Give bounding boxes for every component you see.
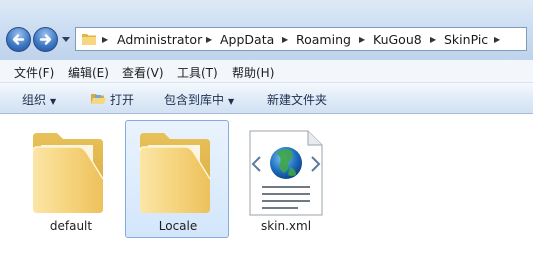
breadcrumb-kugou8[interactable]: KuGou8 [373, 32, 422, 47]
file-name: default [49, 219, 93, 233]
include-label: 包含到库中 [164, 93, 225, 107]
menu-view[interactable]: 查看(V) [122, 64, 164, 81]
file-list-pane: default Locale skin.xml [0, 114, 533, 268]
chevron-down-icon: ▼ [50, 97, 57, 106]
breadcrumb-separator[interactable]: ▶ [430, 35, 436, 44]
chevron-down-icon[interactable] [61, 36, 71, 44]
breadcrumb-appdata[interactable]: AppData [220, 32, 274, 47]
forward-arrow-icon [39, 34, 52, 45]
open-folder-icon [91, 94, 106, 104]
file-item-default[interactable]: default [18, 120, 122, 238]
organize-label: 组织 [22, 93, 47, 107]
breadcrumb-separator[interactable]: ▶ [359, 35, 365, 44]
breadcrumb-separator[interactable]: ▶ [494, 35, 500, 44]
menu-file[interactable]: 文件(F) [14, 64, 54, 81]
file-item-locale[interactable]: Locale [125, 120, 229, 238]
back-button[interactable] [6, 27, 31, 52]
menu-tools[interactable]: 工具(T) [177, 64, 218, 81]
chevron-down-icon: ▼ [228, 97, 235, 106]
menu-bar: 文件(F) 编辑(E) 查看(V) 工具(T) 帮助(H) [0, 60, 533, 83]
address-box[interactable]: ▶ Administrator ▶ AppData ▶ Roaming ▶ Ku… [75, 27, 527, 51]
breadcrumb-separator[interactable]: ▶ [102, 35, 108, 44]
new-folder-button[interactable]: 新建文件夹 [267, 91, 327, 108]
open-button[interactable]: 打开 [90, 91, 134, 108]
new-folder-label: 新建文件夹 [267, 93, 328, 107]
breadcrumb-separator[interactable]: ▶ [206, 35, 212, 44]
file-name: Locale [158, 219, 198, 233]
breadcrumb-roaming[interactable]: Roaming [296, 32, 351, 47]
breadcrumb-separator[interactable]: ▶ [282, 35, 288, 44]
folder-icon [82, 34, 96, 45]
folder-icon [139, 133, 211, 213]
file-item-skin-xml[interactable]: skin.xml [233, 120, 337, 238]
command-toolbar: 组织 ▼ 打开 包含到库中 ▼ 新建文件夹 [0, 83, 533, 114]
back-arrow-icon [12, 34, 25, 45]
file-name: skin.xml [260, 219, 312, 233]
breadcrumb-administrator[interactable]: Administrator [117, 32, 202, 47]
address-bar-region: ▶ Administrator ▶ AppData ▶ Roaming ▶ Ku… [0, 0, 533, 60]
breadcrumb-skinpic[interactable]: SkinPic [444, 32, 488, 47]
forward-button[interactable] [33, 27, 58, 52]
organize-button[interactable]: 组织 ▼ [22, 91, 56, 108]
menu-help[interactable]: 帮助(H) [232, 64, 274, 81]
folder-icon [32, 133, 104, 213]
open-label: 打开 [110, 93, 135, 107]
include-in-library-button[interactable]: 包含到库中 ▼ [164, 91, 234, 108]
menu-edit[interactable]: 编辑(E) [68, 64, 109, 81]
xml-file-icon [249, 130, 323, 216]
